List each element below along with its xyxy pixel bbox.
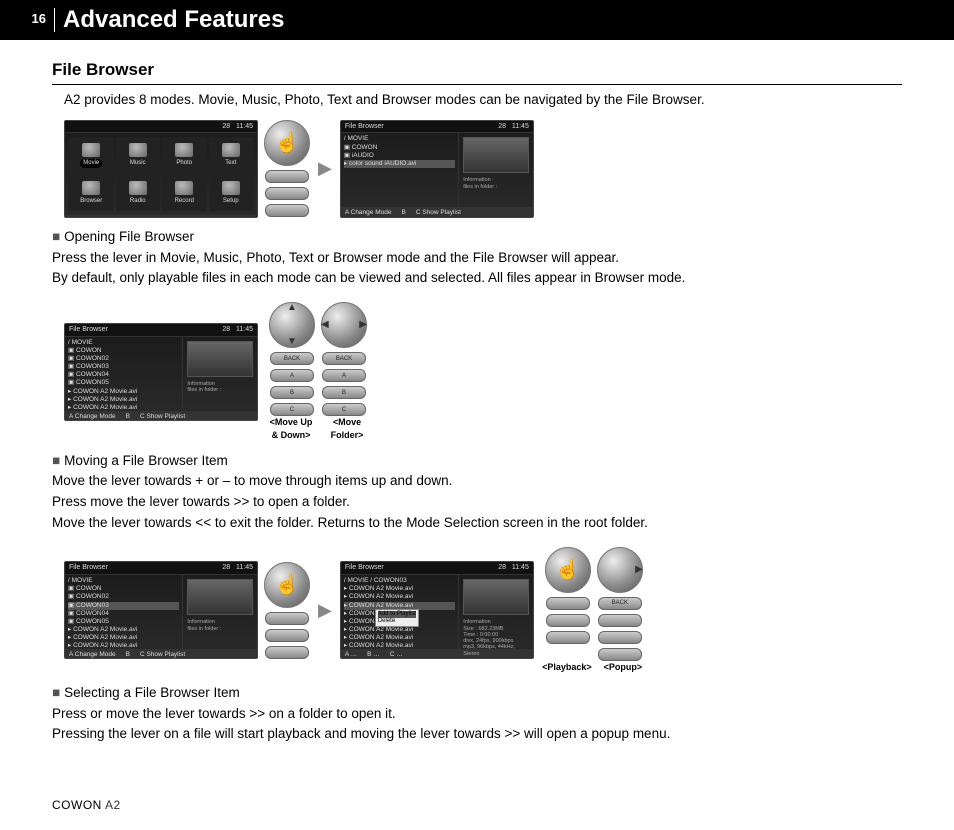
pill-b: B [270, 386, 314, 399]
footer-brand: COWON [52, 798, 102, 812]
screenshot-mode-selection: 28 11:45 Movie Music Photo Text Browser … [64, 120, 258, 218]
pill-b: B [322, 386, 366, 399]
subheading-selecting: ■Selecting a File Browser Item [52, 684, 902, 703]
screenshot-file-browser-folders: File Browser 28 11:45 / MOVIE ▣ COWON ▣ … [64, 561, 258, 659]
screenshot-file-browser-root: File Browser 28 11:45 / MOVIE ▣ COWON ▣ … [340, 120, 534, 218]
joystick-press-icon: ☝ [264, 120, 310, 166]
subheading-opening: ■Opening File Browser [52, 228, 902, 247]
pill-c: C [270, 403, 314, 416]
page-footer: COWON A2 [0, 798, 954, 830]
arrow-right-icon: ▶ [316, 156, 334, 181]
header-divider [54, 8, 55, 32]
control-playback: ☝ [545, 547, 591, 661]
section-title: File Browser [52, 58, 902, 82]
control-move-vertical: ▲▼ BACK A B C [269, 302, 315, 416]
page-number: 16 [0, 11, 52, 26]
control-popup: ▶ BACK [597, 547, 643, 661]
body-text: Move the lever towards << to exit the fo… [52, 514, 902, 533]
figure-block-opening: 28 11:45 Movie Music Photo Text Browser … [52, 120, 902, 289]
context-popup: Add to Playlist Delete [375, 609, 419, 627]
back-pill: BACK [270, 352, 314, 365]
footer-model: A2 [105, 798, 121, 812]
pill-button [265, 187, 309, 200]
pill-a: A [322, 369, 366, 382]
joystick-updown-icon: ▲▼ [269, 302, 315, 348]
caption-move-folder: <Move Folder> [322, 416, 372, 441]
caption-playback: <Playback> [542, 661, 592, 674]
pill-a: A [270, 369, 314, 382]
control-press-lever: ☝ [264, 120, 310, 217]
pill-button [265, 170, 309, 183]
section-intro: A2 provides 8 modes. Movie, Music, Photo… [64, 91, 902, 110]
body-text: Press move the lever towards >> to open … [52, 493, 902, 512]
control-press-lever: ☝ [264, 562, 310, 659]
back-pill: BACK [322, 352, 366, 365]
figure-block-moving: File Browser 28 11:45 / MOVIE ▣ COWON ▣ … [52, 302, 902, 533]
pill-button [265, 204, 309, 217]
subheading-moving: ■Moving a File Browser Item [52, 452, 902, 471]
joystick-leftright-icon: ◀▶ [321, 302, 367, 348]
body-text: Press or move the lever towards >> on a … [52, 705, 902, 724]
joystick-right-icon: ▶ [597, 547, 643, 593]
body-text: Move the lever towards + or – to move th… [52, 472, 902, 491]
control-move-horizontal: ◀▶ BACK A B C [321, 302, 367, 416]
screenshot-file-browser-popup: File Browser 28 11:45 / MOVIE / COWON03 … [340, 561, 534, 659]
body-text: Pressing the lever on a file will start … [52, 725, 902, 744]
body-text: By default, only playable files in each … [52, 269, 902, 288]
pill-c: C [322, 403, 366, 416]
joystick-press-icon: ☝ [264, 562, 310, 608]
joystick-press-icon: ☝ [545, 547, 591, 593]
caption-move-updown: <Move Up & Down> [266, 416, 316, 441]
arrow-right-icon: ▶ [316, 598, 334, 623]
screenshot-file-browser-list: File Browser 28 11:45 / MOVIE ▣ COWON ▣ … [64, 323, 258, 421]
section-underline [52, 84, 902, 85]
header-title: Advanced Features [63, 6, 284, 34]
body-text: Press the lever in Movie, Music, Photo, … [52, 249, 902, 268]
page-header: 16 Advanced Features [0, 0, 954, 40]
figure-block-selecting: File Browser 28 11:45 / MOVIE ▣ COWON ▣ … [52, 547, 902, 744]
page-content: File Browser A2 provides 8 modes. Movie,… [0, 58, 954, 768]
caption-popup: <Popup> [598, 661, 648, 674]
